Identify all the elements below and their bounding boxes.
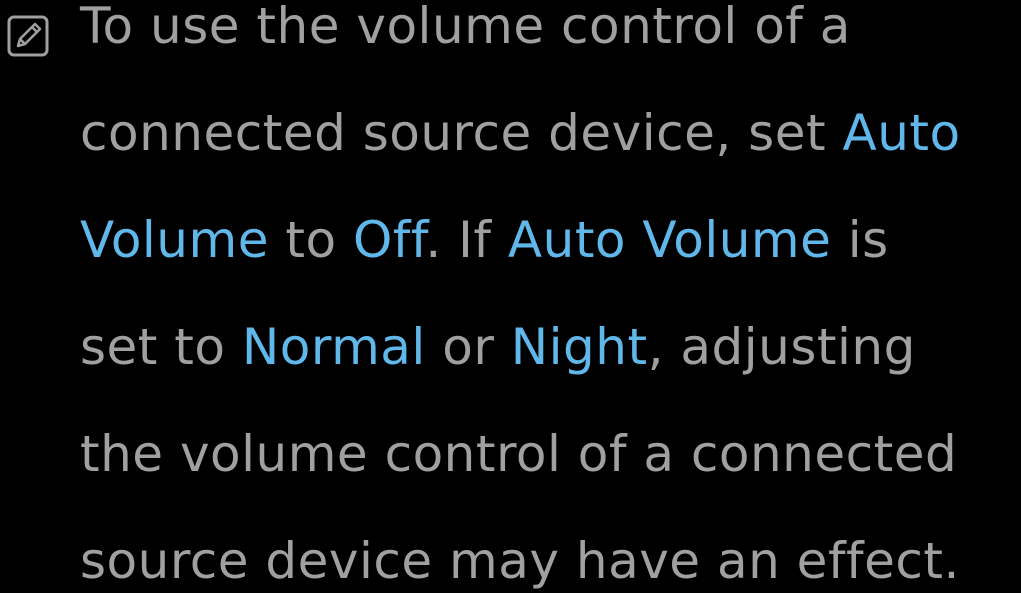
note-line: set to Normal or Night, adjusting [80,294,1021,401]
highlighted-term: Auto [842,104,961,162]
note-segment: is [831,211,889,269]
note-pencil-icon [7,15,49,57]
note-line: the volume control of a connected [80,401,1021,508]
note-segment: To use the volume control of a [80,0,851,55]
note-segment: . If [425,211,508,269]
note-line: connected source device, set Auto [80,80,1021,187]
highlighted-term: Normal [241,318,426,376]
note-segment: connected source device, set [80,104,843,162]
note-segment: or [425,318,511,376]
note-text: To use the volume control of a connected … [80,0,1021,593]
note-line: To use the volume control of a [80,0,1021,80]
note-segment: the volume control of a connected [80,425,958,483]
note-segment: source device may have an effect. [80,532,960,590]
highlighted-term: Off [352,211,426,269]
highlighted-term: Night [510,318,648,376]
note-segment: , adjusting [647,318,916,376]
note-line: source device may have an effect. [80,508,1021,593]
highlighted-term: Volume [80,211,269,269]
note-segment: set to [80,318,242,376]
note-block: To use the volume control of a connected … [0,0,1021,593]
highlighted-term: Auto Volume [507,211,832,269]
note-line: Volume to Off. If Auto Volume is [80,187,1021,294]
note-segment: to [268,211,353,269]
